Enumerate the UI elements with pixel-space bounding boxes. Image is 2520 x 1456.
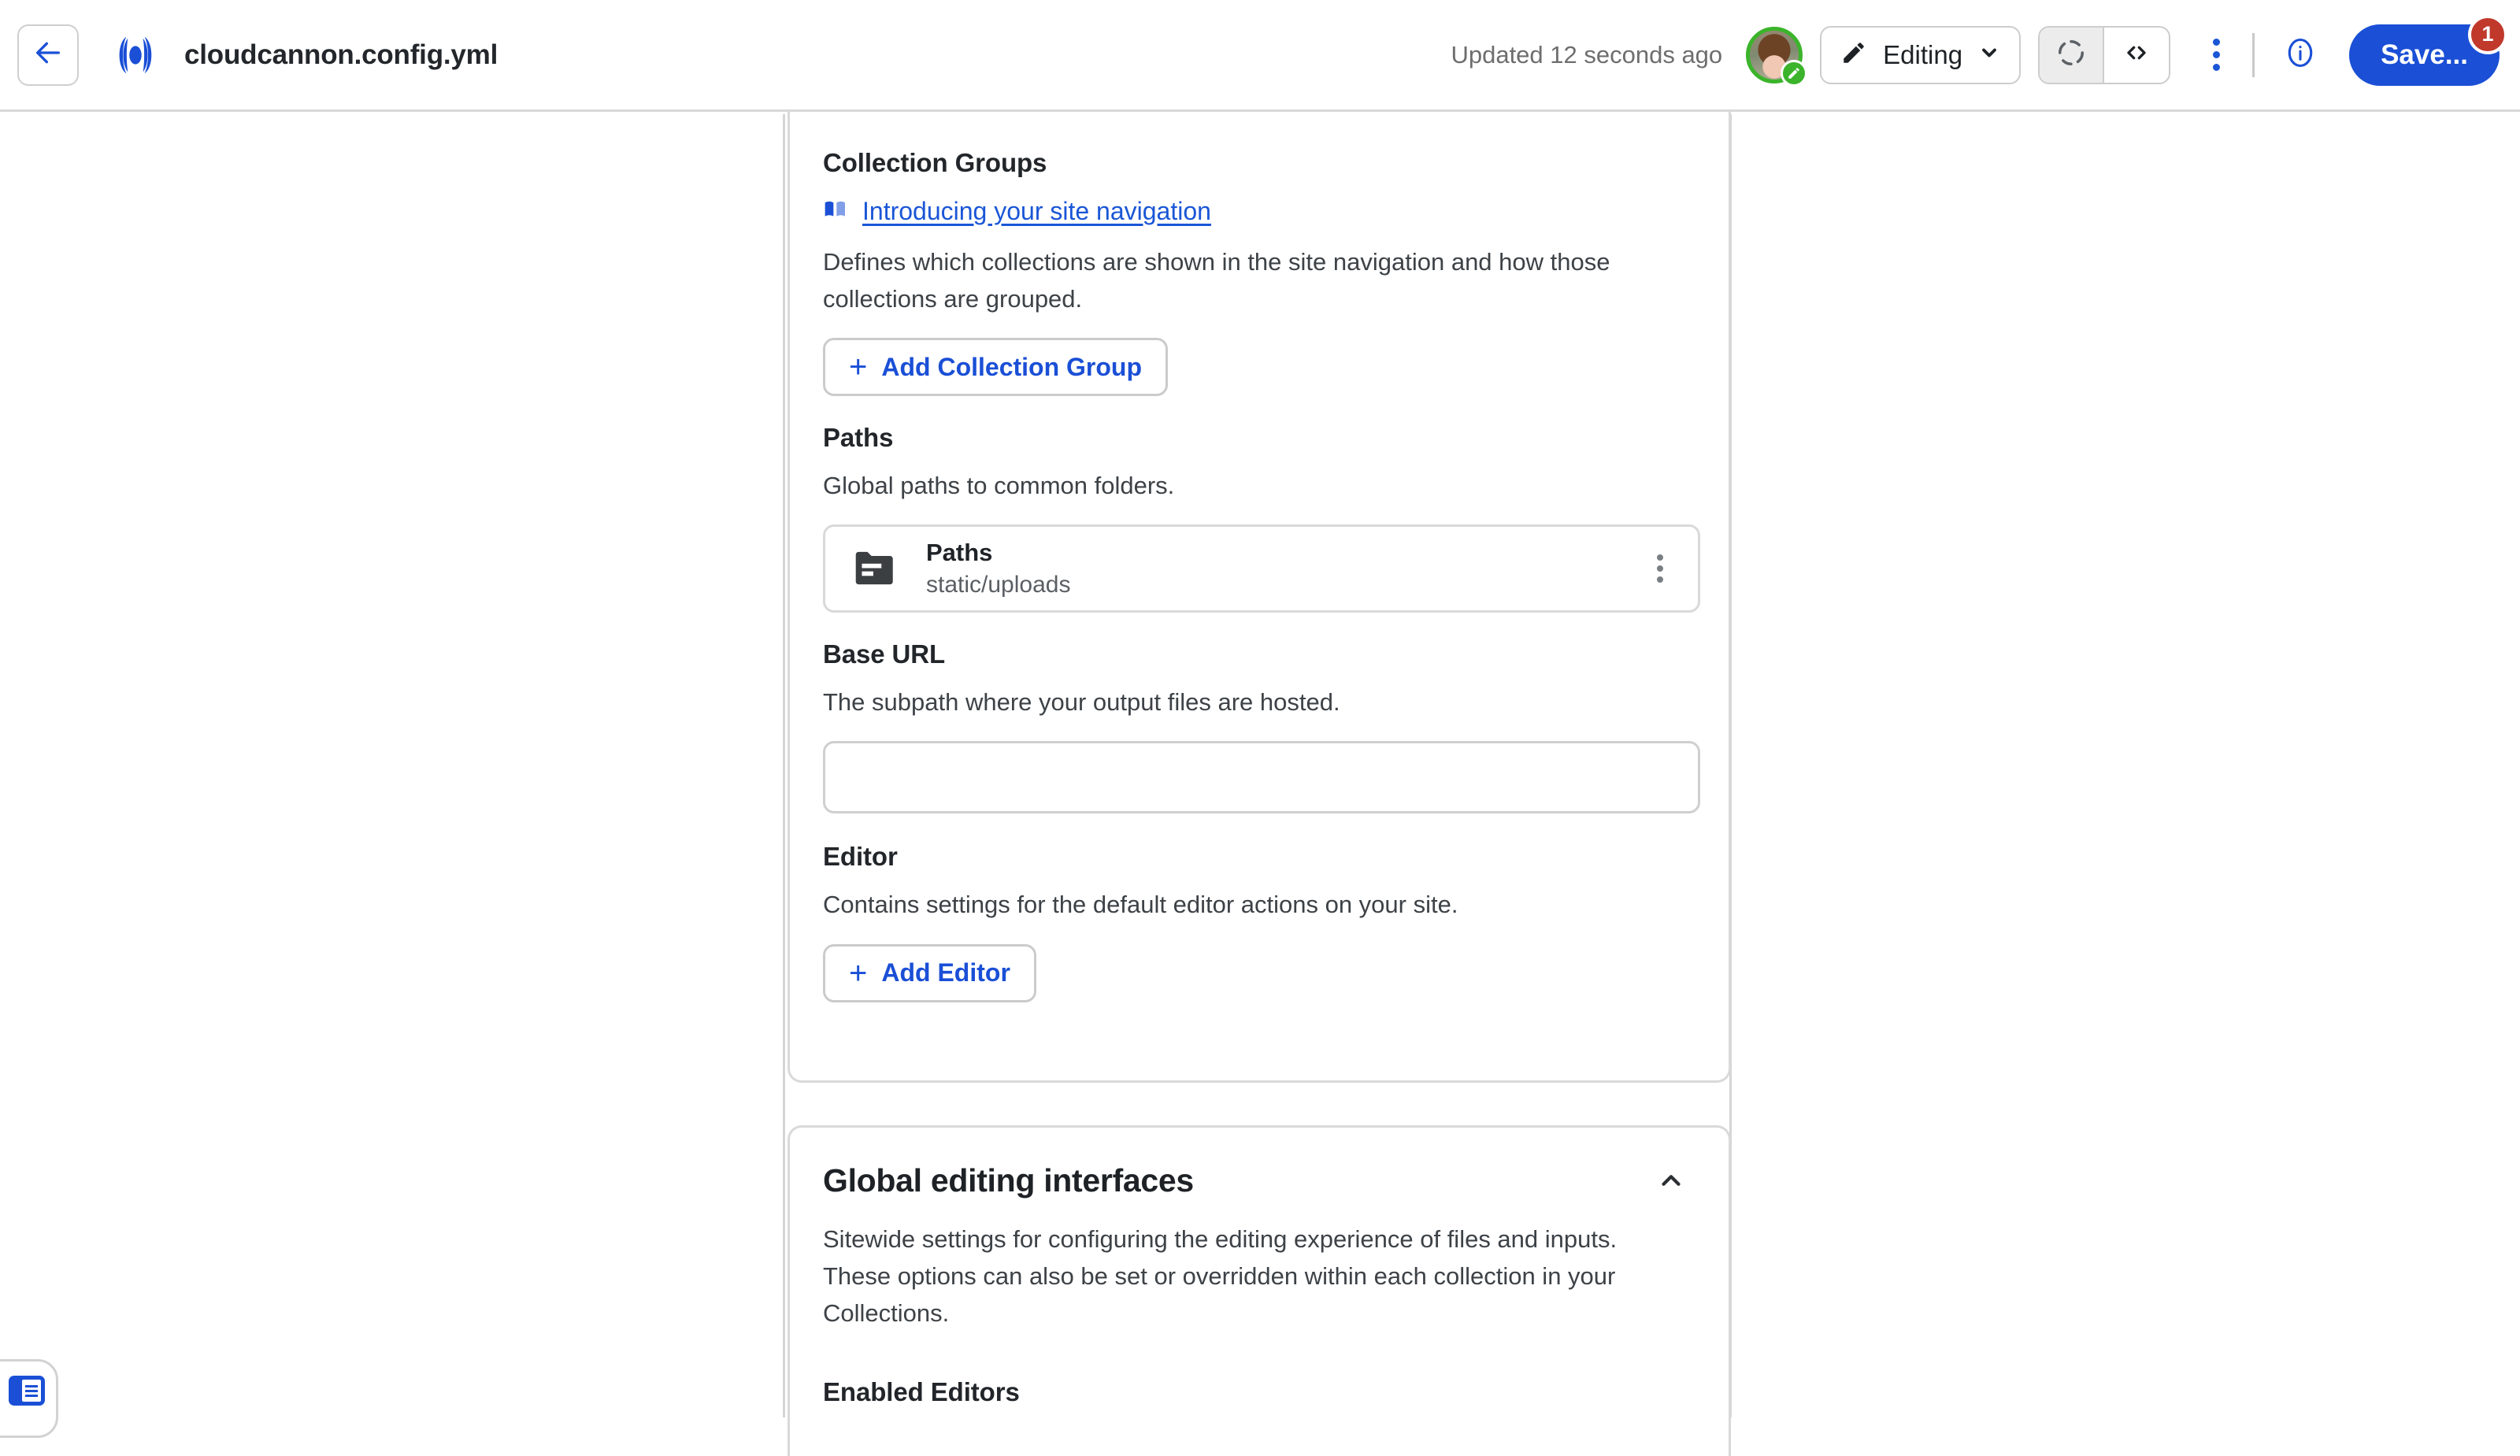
documentation-page-glyph [22,1380,41,1402]
collection-groups-doc-link[interactable]: Introducing your site navigation [862,197,1211,226]
collection-groups-title: Collection Groups [823,148,1047,177]
plus-icon: + [849,350,868,385]
collection-groups-doc-link-row[interactable]: Introducing your site navigation [823,197,1695,226]
sync-button[interactable] [2040,27,2105,83]
enabled-editors-title: Enabled Editors [823,1377,1020,1407]
base-url-description: The subpath where your output files are … [823,688,1340,717]
add-collection-group-label: Add Collection Group [881,352,1142,381]
paths-item-card[interactable]: Paths static/uploads [823,524,1700,613]
source-code-button[interactable] [2104,28,2169,83]
global-card-description: Sitewide settings for configuring the ed… [823,1225,1618,1328]
paths-item-text: Paths static/uploads [926,539,1070,598]
view-mode-toggle-group [2038,25,2171,84]
editing-mode-dropdown[interactable]: Editing [1820,25,2022,84]
page-title: cloudcannon.config.yml [184,39,498,70]
paths-title: Paths [823,423,894,453]
editor-description: Contains settings for the default editor… [823,891,1458,919]
avatar-status-badge [1781,59,1808,87]
global-card-body: Global editing interfaces Sitewide setti… [790,1128,1729,1407]
avatar[interactable] [1746,26,1808,87]
kebab-menu-icon [2212,39,2220,46]
add-editor-button[interactable]: + Add Editor [823,943,1036,1002]
folder-icon [847,541,902,596]
section-paths: Paths Global paths to common folders. Pa… [790,396,1729,613]
chevron-up-icon [1656,1165,1686,1199]
kebab-menu-icon [1657,554,1663,561]
section-collection-groups: Collection Groups Introducing your site … [790,112,1729,397]
global-card-header: Global editing interfaces [823,1162,1695,1202]
section-editor: Editor Contains settings for the default… [790,813,1729,1002]
add-editor-label: Add Editor [881,958,1010,987]
cloudcannon-logo-icon [109,28,162,82]
global-editing-interfaces-card: Global editing interfaces Sitewide setti… [788,1125,1731,1456]
info-button[interactable] [2278,33,2322,77]
pencil-icon [1840,39,1867,70]
header-divider [2252,32,2255,77]
updated-status-text: Updated 12 seconds ago [1451,40,1723,69]
kebab-menu-icon [2212,64,2220,71]
editor-body: Collection Groups Introducing your site … [0,112,2520,1456]
documentation-widget[interactable] [0,1359,58,1438]
paths-description: Global paths to common folders. [823,472,1175,500]
kebab-menu-icon [1657,576,1663,584]
paths-item-menu-button[interactable] [1644,545,1676,592]
paths-item-subtitle: static/uploads [926,572,1071,598]
collection-groups-description: Defines which collections are shown in t… [823,248,1610,313]
global-card-title: Global editing interfaces [823,1162,1194,1199]
base-url-title: Base URL [823,639,946,669]
info-circle-icon [2283,35,2318,74]
chevron-down-icon [1978,42,2000,68]
left-panel-divider [783,114,785,1417]
plus-icon: + [849,955,868,991]
header-actions: Updated 12 seconds ago Editing Save... 1 [1451,0,2520,109]
back-button[interactable] [17,24,79,86]
arrow-left-icon [32,37,64,72]
documentation-panel-icon [9,1376,45,1406]
add-collection-group-button[interactable]: + Add Collection Group [823,338,1168,397]
paths-item-title: Paths [926,539,993,567]
kebab-menu-icon [2212,51,2220,58]
sync-spinner-icon [2056,38,2086,72]
base-url-input[interactable] [823,741,1700,814]
global-card-collapse-button[interactable] [1647,1162,1695,1202]
save-count-badge: 1 [2468,14,2507,54]
site-config-card: Collection Groups Introducing your site … [788,112,1731,1083]
kebab-menu-icon [1657,565,1663,572]
app-header: cloudcannon.config.yml Updated 12 second… [0,0,2520,112]
book-icon [823,197,848,226]
more-options-button[interactable] [2194,26,2238,84]
save-button-wrapper: Save... 1 [2349,14,2507,86]
editor-title: Editor [823,842,898,872]
section-base-url: Base URL The subpath where your output f… [790,613,1729,814]
editing-mode-label: Editing [1883,39,1963,69]
code-brackets-icon [2121,37,2152,72]
